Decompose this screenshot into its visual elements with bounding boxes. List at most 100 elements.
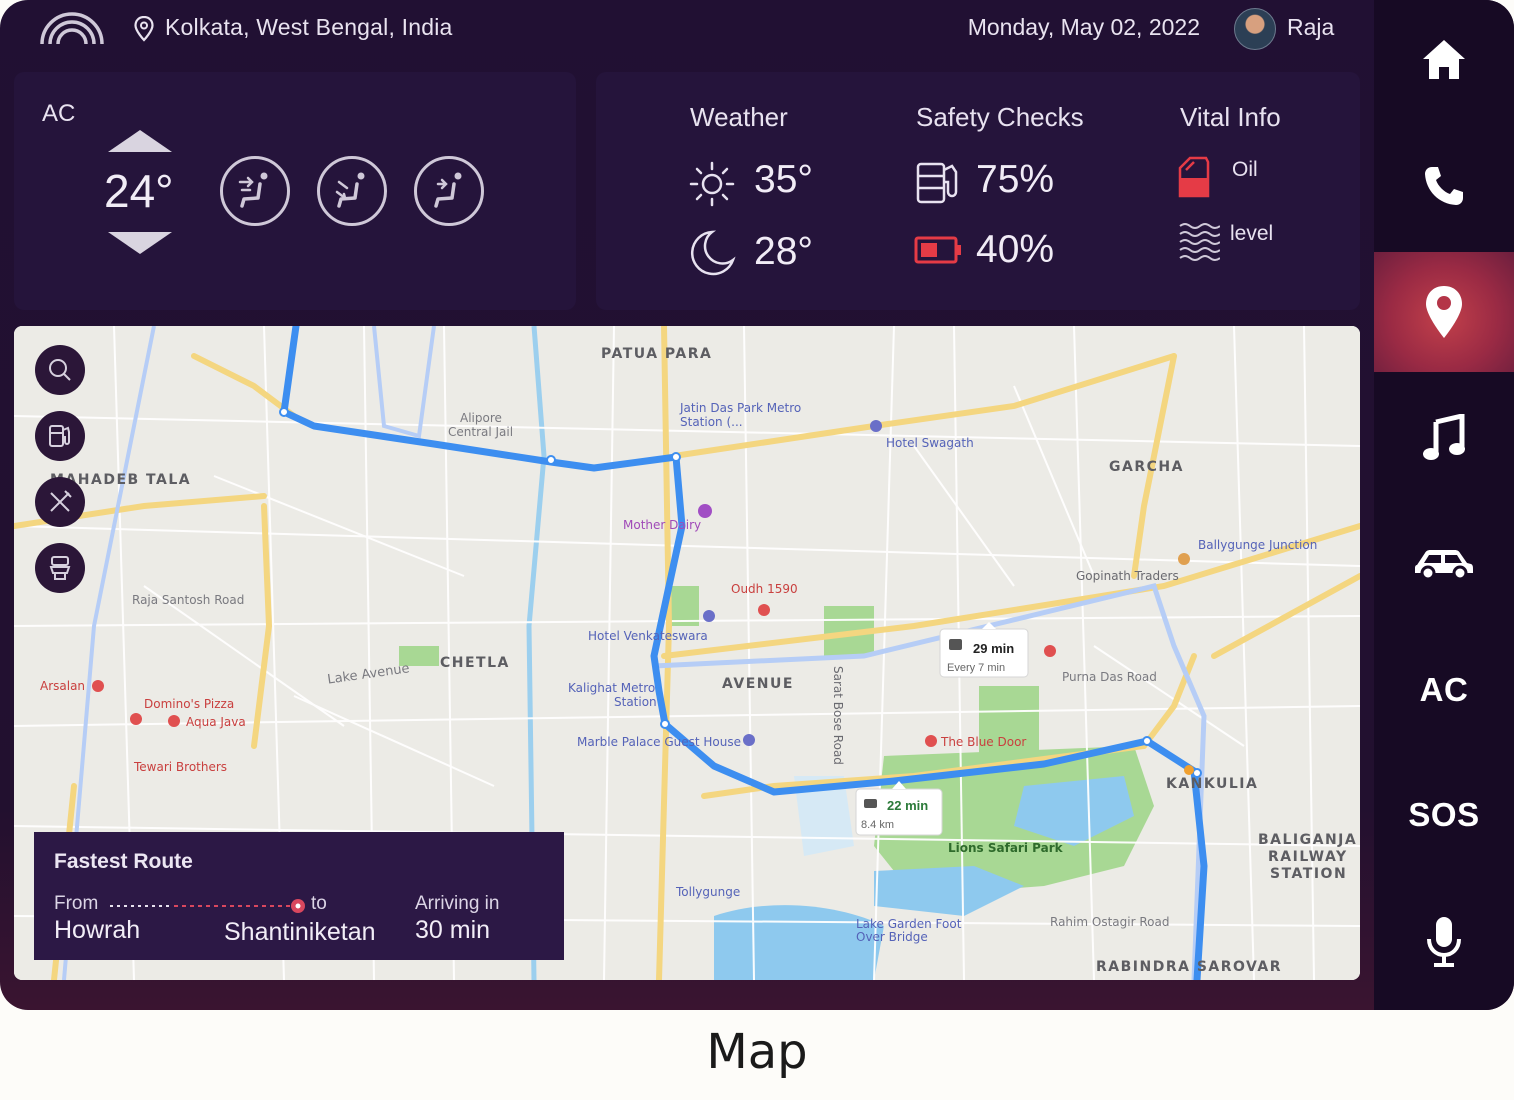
- map-fuel-button[interactable]: [35, 411, 85, 461]
- map-view[interactable]: PATUA PARA GARCHA CHETLA AVENUE MAHADEB …: [14, 326, 1360, 980]
- map-label-chetla: CHETLA: [440, 655, 510, 671]
- route-to-value: Shantiniketan: [224, 918, 376, 946]
- night-temperature: 28°: [754, 230, 813, 273]
- nav-sos-label: SOS: [1408, 796, 1480, 833]
- status-header: Kolkata, West Bengal, India Monday, May …: [0, 0, 1374, 60]
- current-location: Kolkata, West Bengal, India: [165, 14, 453, 40]
- map-search-button[interactable]: [35, 345, 85, 395]
- water-level-icon: [1179, 223, 1220, 261]
- map-label-purna-das: Purna Das Road: [1062, 670, 1157, 684]
- map-label-rahim: Rahim Ostagir Road: [1050, 915, 1169, 929]
- route-from-label: From: [54, 893, 99, 914]
- map-label-kalighat: Kalighat Metro: [568, 681, 655, 695]
- battery-icon: [914, 236, 961, 264]
- fuel-level: 75%: [976, 158, 1055, 201]
- airflow-seat-icon: [434, 172, 462, 208]
- map-pin-icon: [1426, 286, 1462, 338]
- map-label-marble-palace: Marble Palace Guest House: [577, 735, 741, 749]
- vital-title: Vital Info: [1180, 102, 1281, 132]
- map-label-garcha: GARCHA: [1109, 459, 1184, 475]
- map-label-central-jail: Central Jail: [448, 425, 513, 439]
- nav-sos[interactable]: SOS: [1374, 755, 1514, 875]
- map-label-alipore: Alipore: [460, 411, 502, 425]
- vital-level-label: level: [1230, 222, 1274, 245]
- user-name[interactable]: Raja: [1287, 14, 1334, 41]
- info-panel: Weather 35° 28° Safety Checks 75% 40% Vi…: [596, 72, 1360, 310]
- battery-level: 40%: [976, 228, 1055, 271]
- route-time-29: 29 min: [973, 641, 1014, 656]
- temp-up-button[interactable]: [108, 130, 172, 152]
- route-time-22: 22 min: [887, 798, 928, 813]
- nav-music[interactable]: [1374, 378, 1514, 498]
- map-label-mother-dairy: Mother Dairy: [623, 518, 701, 532]
- nav-phone[interactable]: [1374, 126, 1514, 246]
- map-label-hotel-swagath: Hotel Swagath: [886, 436, 974, 450]
- avatar[interactable]: [1234, 8, 1276, 50]
- map-label-sarat-bose: Sarat Bose Road: [831, 666, 845, 765]
- route-frequency: Every 7 min: [947, 662, 1005, 674]
- screen-caption: Map: [706, 1024, 808, 1080]
- airflow-feet-icon: [335, 172, 365, 208]
- map-label-patua-para: PATUA PARA: [601, 346, 712, 362]
- map-label-ballygunge-junction: Ballygunge Junction: [1198, 538, 1317, 552]
- route-from-value: Howrah: [54, 916, 141, 944]
- map-label-arsalan: Arsalan: [40, 679, 85, 693]
- nav-sidebar: AC SOS: [1374, 0, 1514, 1010]
- map-toilet-button[interactable]: [35, 543, 85, 593]
- map-label-railway: RAILWAY: [1268, 849, 1348, 865]
- microphone-icon: [1427, 917, 1461, 967]
- map-restaurant-button[interactable]: [35, 477, 85, 527]
- search-icon: [49, 359, 71, 381]
- map-label-dominos: Domino's Pizza: [144, 697, 234, 711]
- wifi-icon: [40, 12, 104, 45]
- map-label-over-bridge: Over Bridge: [856, 930, 928, 944]
- route-time-bubble-22[interactable]: 22 min 8.4 km: [855, 781, 943, 836]
- nav-voice[interactable]: [1374, 882, 1514, 1002]
- map-label-blue-door: The Blue Door: [940, 735, 1026, 749]
- location-pin-icon: [134, 16, 154, 42]
- temp-down-button[interactable]: [108, 232, 172, 254]
- map-label-lake-garden: Lake Garden Foot: [856, 917, 962, 931]
- map-label-kankulia: KANKULIA: [1166, 776, 1258, 792]
- map-label-kalighat-station: Station: [614, 695, 657, 709]
- home-icon: [1423, 40, 1465, 79]
- map-label-rabindra-sarovar: RABINDRA SAROVAR: [1096, 959, 1282, 975]
- map-label-avenue: AVENUE: [722, 676, 794, 692]
- temperature-value: 24°: [104, 165, 174, 217]
- map-label-oudh: Oudh 1590: [731, 582, 798, 596]
- nav-ac-label: AC: [1419, 671, 1469, 708]
- map-label-lions-safari: Lions Safari Park: [948, 841, 1064, 855]
- arriving-value: 30 min: [415, 916, 491, 944]
- map-label-hotel-venkateswara: Hotel Venkateswara: [588, 629, 708, 643]
- route-time-bubble-29[interactable]: 29 min Every 7 min: [939, 622, 1029, 678]
- nav-vehicle[interactable]: [1374, 504, 1514, 624]
- fastest-route-card[interactable]: Fastest Route From Howrah to Shantiniket…: [34, 832, 564, 960]
- vent-feet-button[interactable]: [317, 156, 387, 226]
- map-label-raja-santosh: Raja Santosh Road: [132, 593, 244, 607]
- oil-can-icon: [1178, 156, 1210, 198]
- ac-panel: AC 24°: [14, 72, 576, 310]
- fuel-station-icon: [49, 425, 70, 447]
- arriving-label: Arriving in: [415, 893, 500, 914]
- nav-home[interactable]: [1374, 0, 1514, 120]
- airflow-face-icon: [238, 172, 268, 208]
- vent-seat-button[interactable]: [414, 156, 484, 226]
- map-label-baliganja: BALIGANJA: [1258, 832, 1357, 848]
- route-card-title: Fastest Route: [54, 850, 193, 873]
- day-temperature: 35°: [754, 158, 813, 201]
- nav-map[interactable]: [1374, 252, 1514, 372]
- fork-knife-icon: [50, 490, 72, 512]
- moon-icon: [691, 230, 736, 276]
- car-icon: [1415, 550, 1473, 581]
- map-label-aqua-java: Aqua Java: [186, 715, 246, 729]
- phone-icon: [1425, 167, 1463, 205]
- map-label-tewari: Tewari Brothers: [133, 760, 227, 774]
- vent-face-button[interactable]: [220, 156, 290, 226]
- map-label-jatin-das: Jatin Das Park Metro: [679, 401, 801, 415]
- fuel-icon: [916, 162, 958, 204]
- nav-ac[interactable]: AC: [1374, 630, 1514, 750]
- music-icon: [1423, 414, 1465, 460]
- ac-panel-title: AC: [42, 100, 76, 127]
- map-label-tollygunge: Tollygunge: [675, 885, 740, 899]
- map-label-station: STATION: [1270, 866, 1347, 882]
